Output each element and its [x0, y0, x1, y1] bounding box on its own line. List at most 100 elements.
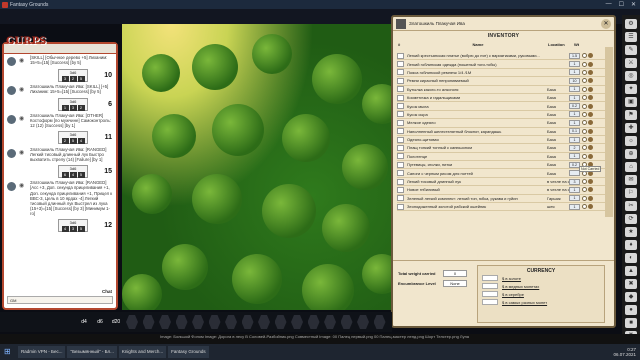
tool-icon[interactable]: ✖: [625, 279, 637, 289]
tool-icon[interactable]: ★: [625, 227, 637, 237]
count-field[interactable]: [397, 161, 404, 168]
inventory-row[interactable]: Зеленый легкий комплект: легкий топ, юбк…: [397, 195, 606, 204]
carried-toggle[interactable]: [582, 120, 587, 126]
hotbar-slot[interactable]: [357, 315, 369, 329]
count-field[interactable]: [397, 128, 404, 135]
tool-icon[interactable]: ■: [625, 318, 637, 328]
tool-icon[interactable]: ✂: [625, 201, 637, 211]
chat-send-button[interactable]: Chat: [102, 289, 112, 294]
item-weight[interactable]: 1: [569, 153, 580, 160]
inventory-row[interactable]: Кусок сыра База 1: [397, 111, 606, 120]
inventory-row[interactable]: Кусок мыла База 0.2: [397, 102, 606, 111]
link-icon[interactable]: [588, 179, 593, 185]
d6-die[interactable]: d6: [94, 316, 106, 328]
inventory-row[interactable]: Ремни кирасный непропиваемый 10: [397, 77, 606, 86]
item-weight[interactable]: 1: [569, 119, 580, 126]
count-field[interactable]: [397, 186, 404, 193]
inventory-scrollbar[interactable]: [605, 47, 613, 217]
inventory-row[interactable]: Бутылка какого-то алкоголя База 1: [397, 86, 606, 94]
count-field[interactable]: [397, 69, 404, 76]
item-name[interactable]: Полотенце: [407, 154, 547, 159]
tool-icon[interactable]: ◆: [625, 292, 637, 302]
item-name[interactable]: Плащ тонкий тонный с капюшоном: [407, 145, 547, 150]
inventory-row[interactable]: Легкий тисовый длинный лук в чехле на сп…: [397, 178, 606, 187]
tool-icon[interactable]: ☰: [625, 32, 637, 42]
count-field[interactable]: [397, 103, 404, 110]
inventory-row[interactable]: Новое гнбиливый в чехле на сп 1: [397, 186, 606, 195]
tool-icon[interactable]: ◐: [625, 253, 637, 263]
carried-toggle[interactable]: [582, 187, 587, 193]
item-location[interactable]: База: [547, 95, 569, 100]
eye-icon[interactable]: ◉: [19, 87, 27, 94]
inventory-row[interactable]: Легкий крестьянская платье (вобрю до пят…: [397, 52, 606, 61]
taskbar-clock[interactable]: 0:27 06.07.2021: [613, 347, 640, 357]
link-icon[interactable]: [588, 137, 593, 143]
link-icon[interactable]: [588, 78, 593, 84]
inventory-row[interactable]: Мелкое одеяло База 1: [397, 119, 606, 128]
hotbar-slot[interactable]: [258, 315, 270, 329]
link-icon[interactable]: [588, 195, 593, 201]
carried-toggle[interactable]: [582, 195, 587, 201]
item-weight[interactable]: 1: [569, 195, 580, 202]
count-field[interactable]: [397, 170, 404, 177]
link-icon[interactable]: [588, 153, 593, 159]
carried-toggle[interactable]: [582, 179, 587, 185]
tool-icon[interactable]: ●: [625, 305, 637, 315]
count-field[interactable]: [397, 111, 404, 118]
item-location[interactable]: База: [547, 137, 569, 142]
item-location[interactable]: База: [547, 162, 569, 167]
portrait-icon[interactable]: [396, 18, 406, 29]
link-icon[interactable]: [588, 86, 593, 92]
d4-die[interactable]: d4: [78, 316, 90, 328]
taskbar-app[interactable]: Knights and Merch...: [118, 346, 167, 358]
item-location[interactable]: в чехле на сп: [547, 187, 569, 192]
item-name[interactable]: Легкий гоблинская одежда (ношеный тоги-т…: [407, 62, 547, 67]
item-name[interactable]: Легкий крестьянская платье (вобрю до пят…: [407, 53, 547, 58]
count-field[interactable]: [397, 195, 404, 202]
item-weight[interactable]: 1.5: [569, 52, 580, 59]
item-name[interactable]: Мелкое одеяло: [407, 120, 547, 125]
tool-icon[interactable]: ⚑: [625, 110, 637, 120]
carried-toggle[interactable]: [582, 111, 587, 117]
tool-icon[interactable]: ▲: [625, 266, 637, 276]
item-weight[interactable]: 1: [569, 186, 580, 193]
count-field[interactable]: [397, 86, 404, 93]
tool-icon[interactable]: ⚐: [625, 188, 637, 198]
item-name[interactable]: Косметичка и гадальщиками: [407, 95, 547, 100]
link-icon[interactable]: [588, 95, 593, 101]
item-name[interactable]: Кусок сыра: [407, 112, 547, 117]
currency-amount[interactable]: [482, 291, 498, 297]
close-icon[interactable]: ✕: [601, 18, 611, 29]
link-icon[interactable]: [588, 53, 593, 59]
count-field[interactable]: [397, 61, 404, 68]
tool-icon[interactable]: ✉: [625, 175, 637, 185]
hotbar-slot[interactable]: [142, 315, 155, 329]
count-field[interactable]: [397, 178, 404, 185]
hotbar-slot[interactable]: [159, 315, 171, 329]
link-icon[interactable]: [588, 187, 593, 193]
hotbar-slot[interactable]: [175, 315, 188, 329]
inventory-row[interactable]: Одеяло-щитовая База 1: [397, 136, 606, 145]
currency-label[interactable]: $ в самых разных монет: [502, 300, 547, 305]
count-field[interactable]: [397, 153, 404, 160]
carried-toggle[interactable]: [582, 137, 587, 143]
item-name[interactable]: Зеленый легкий комплект: легкий топ, юбк…: [407, 196, 547, 201]
tool-icon[interactable]: ◎: [625, 71, 637, 81]
item-weight[interactable]: 1: [569, 69, 580, 76]
item-weight[interactable]: 0.2: [569, 103, 580, 110]
carried-toggle[interactable]: [582, 78, 587, 84]
item-location[interactable]: в чехле на сп: [547, 179, 569, 184]
close-button[interactable]: ✕: [631, 1, 636, 8]
currency-amount[interactable]: [482, 275, 498, 281]
inventory-row[interactable]: Косметичка и гадальщиками База 1: [397, 94, 606, 103]
tool-icon[interactable]: ⌂: [625, 162, 637, 172]
carried-toggle[interactable]: [582, 86, 587, 92]
tool-icon[interactable]: ✚: [625, 123, 637, 133]
inventory-row[interactable]: Наполненный шелестелятный блокнот, каран…: [397, 128, 606, 136]
item-name[interactable]: Легкий тисовый длинный лук: [407, 179, 547, 184]
item-location[interactable]: База: [547, 87, 569, 92]
tool-icon[interactable]: ✎: [625, 45, 637, 55]
hotbar-slot[interactable]: [340, 315, 353, 329]
inventory-row[interactable]: Легкий гоблинская одежда (ношеный тоги-т…: [397, 60, 606, 69]
link-icon[interactable]: [588, 103, 593, 109]
